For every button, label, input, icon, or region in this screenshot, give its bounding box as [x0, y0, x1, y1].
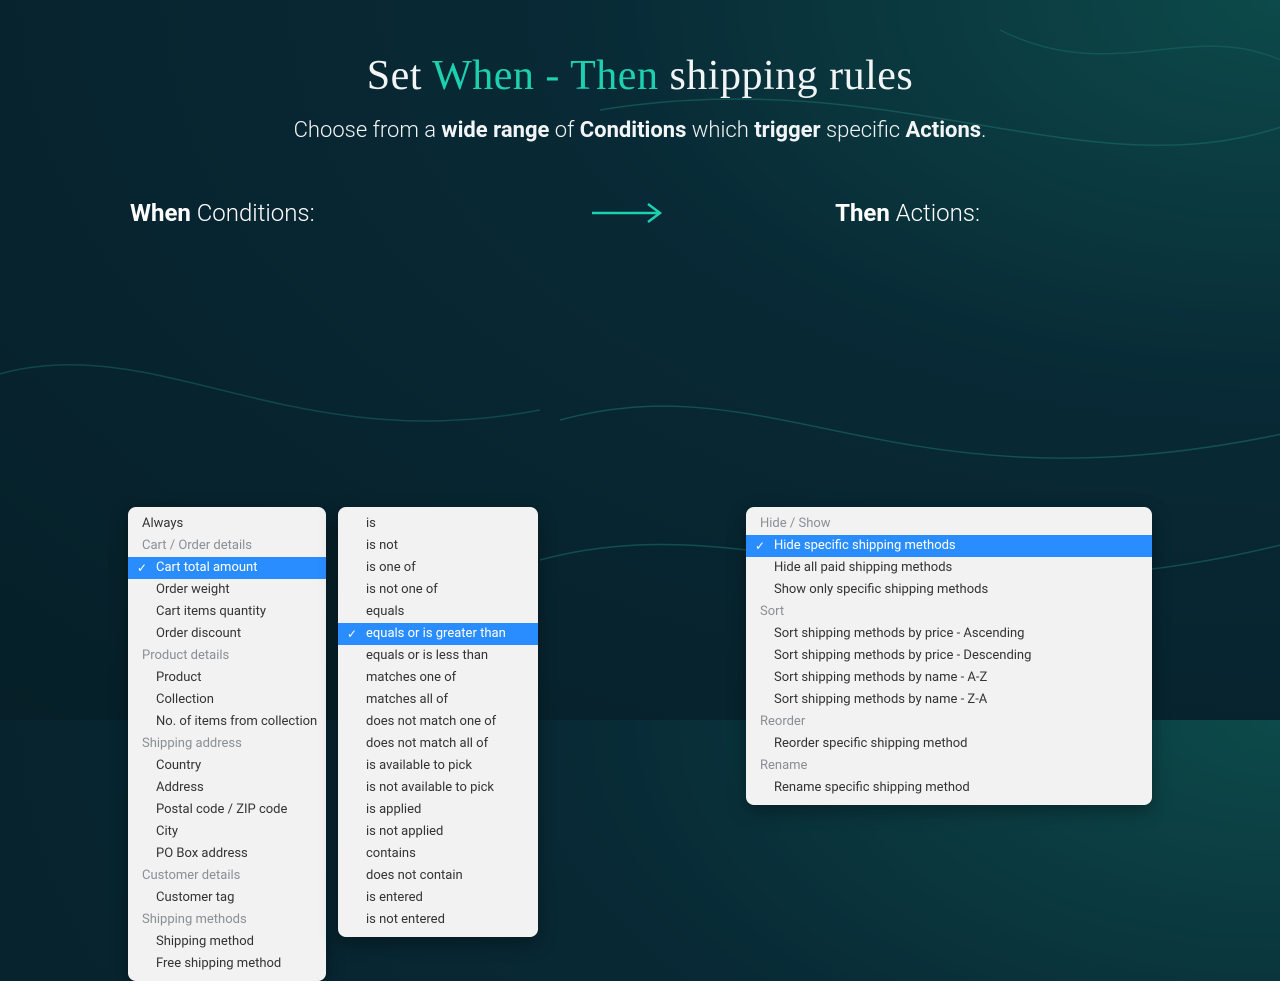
list-item[interactable]: City [128, 821, 326, 843]
list-item[interactable]: Postal code / ZIP code [128, 799, 326, 821]
list-item[interactable]: Shipping method [128, 931, 326, 953]
list-item[interactable]: Sort shipping methods by price - Ascendi… [746, 623, 1152, 645]
list-item[interactable]: Customer tag [128, 887, 326, 909]
list-item[interactable]: Hide all paid shipping methods [746, 557, 1152, 579]
group-header: Sort [746, 601, 1152, 623]
list-item[interactable]: is not one of [338, 579, 538, 601]
arrow-icon [590, 199, 670, 227]
group-header: Reorder [746, 711, 1152, 733]
headline-prefix: Set [367, 53, 432, 99]
list-item[interactable]: Cart items quantity [128, 601, 326, 623]
when-label: When Conditions: [130, 199, 315, 227]
list-item[interactable]: ✓Cart total amount [128, 557, 326, 579]
list-item[interactable]: is applied [338, 799, 538, 821]
list-item[interactable]: Show only specific shipping methods [746, 579, 1152, 601]
list-item[interactable]: Address [128, 777, 326, 799]
list-item[interactable]: matches all of [338, 689, 538, 711]
list-item[interactable]: is entered [338, 887, 538, 909]
conditions-dropdown[interactable]: AlwaysCart / Order details✓Cart total am… [128, 507, 326, 981]
check-icon: ✓ [347, 625, 357, 643]
list-item[interactable]: Order discount [128, 623, 326, 645]
list-item[interactable]: does not match one of [338, 711, 538, 733]
list-item[interactable]: Sort shipping methods by name - A-Z [746, 667, 1152, 689]
list-item[interactable]: PO Box address [128, 843, 326, 865]
list-item[interactable]: contains [338, 843, 538, 865]
then-label: Then Actions: [835, 199, 980, 227]
group-header: Shipping address [128, 733, 326, 755]
list-item[interactable]: Always [128, 513, 326, 535]
list-item[interactable]: is not entered [338, 909, 538, 931]
list-item[interactable]: Sort shipping methods by price - Descend… [746, 645, 1152, 667]
list-item[interactable]: does not match all of [338, 733, 538, 755]
group-header: Hide / Show [746, 513, 1152, 535]
list-item[interactable]: is not applied [338, 821, 538, 843]
list-item[interactable]: is not [338, 535, 538, 557]
list-item[interactable]: does not contain [338, 865, 538, 887]
list-item[interactable]: ✓equals or is greater than [338, 623, 538, 645]
list-item[interactable]: Reorder specific shipping method [746, 733, 1152, 755]
group-header: Customer details [128, 865, 326, 887]
list-item[interactable]: Order weight [128, 579, 326, 601]
group-header: Shipping methods [128, 909, 326, 931]
check-icon: ✓ [755, 537, 765, 555]
list-item[interactable]: is not available to pick [338, 777, 538, 799]
list-item[interactable]: Free shipping method [128, 953, 326, 975]
list-item[interactable]: equals [338, 601, 538, 623]
actions-dropdown[interactable]: Hide / Show✓Hide specific shipping metho… [746, 507, 1152, 805]
list-item[interactable]: Collection [128, 689, 326, 711]
subheadline: Choose from a wide range of Conditions w… [0, 118, 1280, 143]
headline: Set When - Then shipping rules [0, 0, 1280, 100]
list-item[interactable]: is available to pick [338, 755, 538, 777]
list-item[interactable]: Rename specific shipping method [746, 777, 1152, 799]
list-item[interactable]: is one of [338, 557, 538, 579]
headline-suffix: shipping rules [658, 53, 913, 99]
group-header: Rename [746, 755, 1152, 777]
group-header: Cart / Order details [128, 535, 326, 557]
list-item[interactable]: Product [128, 667, 326, 689]
list-item[interactable]: Country [128, 755, 326, 777]
check-icon: ✓ [137, 559, 147, 577]
group-header: Product details [128, 645, 326, 667]
list-item[interactable]: Sort shipping methods by name - Z-A [746, 689, 1152, 711]
list-item[interactable]: matches one of [338, 667, 538, 689]
list-item[interactable]: No. of items from collection [128, 711, 326, 733]
headline-accent: When - Then [432, 53, 658, 99]
list-item[interactable]: equals or is less than [338, 645, 538, 667]
operators-dropdown[interactable]: isis notis one ofis not one ofequals✓equ… [338, 507, 538, 937]
list-item[interactable]: ✓Hide specific shipping methods [746, 535, 1152, 557]
list-item[interactable]: is [338, 513, 538, 535]
